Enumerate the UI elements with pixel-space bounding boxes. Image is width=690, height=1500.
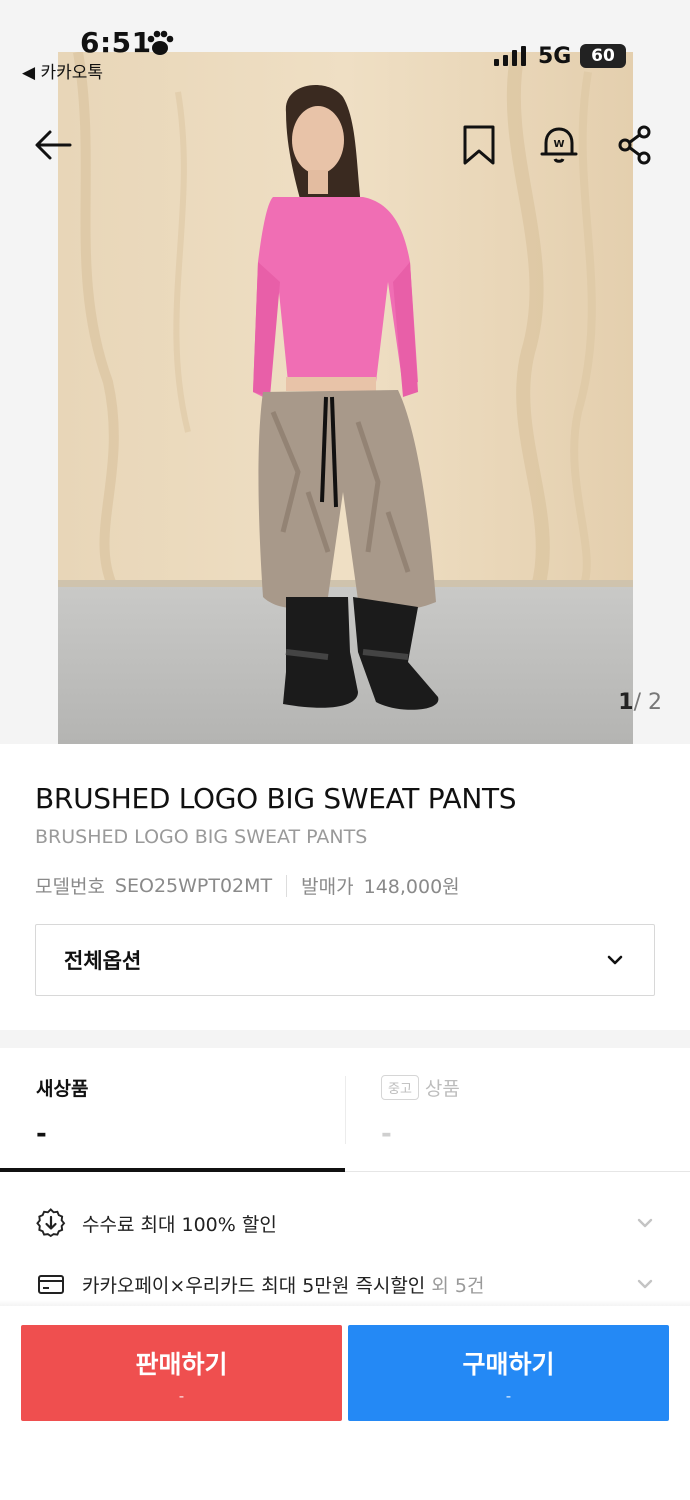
discount-badge-icon [36, 1208, 66, 1238]
chevron-down-icon [637, 1279, 653, 1289]
release-price-value: 148,000원 [363, 876, 460, 898]
image-pager: 1/ 2 [618, 690, 662, 715]
buy-button-label: 구매하기 [462, 1350, 555, 1379]
sell-button-label: 판매하기 [135, 1350, 228, 1379]
status-bar: 6:51 ◀ 카카오톡 5G 60 [0, 0, 690, 83]
sell-button-price: - [178, 1387, 185, 1405]
battery-indicator: 60 [580, 44, 626, 68]
bell-icon: W [540, 127, 578, 163]
tab-new-price: - [36, 1119, 47, 1149]
tab-used-label: 상품 [424, 1078, 460, 1100]
bookmark-icon [463, 125, 495, 165]
pager-separator: / [633, 690, 641, 715]
release-price-label: 발매가 [301, 876, 354, 898]
paw-icon [147, 30, 174, 55]
buy-button-price: - [505, 1387, 512, 1405]
benefit-fee-discount[interactable]: 수수료 최대 100% 할인 [0, 1198, 690, 1248]
tab-used-price: - [381, 1119, 392, 1149]
tab-used-product[interactable]: 중고 상품 - [345, 1048, 690, 1172]
used-badge: 중고 [381, 1075, 419, 1100]
network-type: 5G [538, 44, 572, 69]
svg-text:W: W [553, 139, 564, 150]
option-dropdown[interactable]: 전체옵션 [35, 924, 655, 996]
section-divider [0, 1030, 690, 1048]
buy-button[interactable]: 구매하기 - [348, 1325, 669, 1421]
pager-current: 1 [618, 690, 634, 715]
chevron-down-icon [637, 1218, 653, 1228]
back-arrow-icon [35, 130, 72, 160]
tab-new-product[interactable]: 새상품 - [0, 1048, 345, 1172]
back-to-app-link[interactable]: ◀ 카카오톡 [22, 58, 103, 83]
benefit-card-text: 카카오페이×우리카드 최대 5만원 즉시할인 외 5건 [82, 1274, 485, 1297]
back-button[interactable] [30, 122, 76, 168]
option-dropdown-label: 전체옵션 [64, 949, 142, 973]
share-icon [618, 125, 651, 165]
model-number-value: SEO25WPT02MT [114, 874, 273, 897]
signal-icon [494, 46, 526, 66]
meta-divider [286, 874, 288, 897]
chevron-down-icon [607, 955, 623, 965]
product-subtitle: BRUSHED LOGO BIG SWEAT PANTS [35, 826, 368, 848]
status-time: 6:51 [80, 26, 152, 59]
sell-button[interactable]: 판매하기 - [21, 1325, 342, 1421]
bottom-action-bar: 판매하기 - 구매하기 - [0, 1306, 690, 1500]
tab-used-label-row: 중고 상품 [381, 1074, 654, 1101]
bookmark-button[interactable] [456, 122, 502, 168]
product-meta: 모델번호 SEO25WPT02MT 발매가 148,000원 [35, 872, 460, 899]
tab-new-label: 새상품 [36, 1078, 89, 1100]
pager-total: 2 [648, 690, 662, 715]
product-title: BRUSHED LOGO BIG SWEAT PANTS [35, 782, 517, 815]
share-button[interactable] [612, 122, 658, 168]
product-image-gallery[interactable] [0, 0, 690, 744]
credit-card-icon [38, 1275, 64, 1294]
tab-divider [345, 1076, 346, 1144]
alert-button[interactable]: W [536, 122, 582, 168]
model-number-label: 모델번호 [35, 876, 105, 898]
benefit-fee-text: 수수료 최대 100% 할인 [82, 1213, 277, 1236]
